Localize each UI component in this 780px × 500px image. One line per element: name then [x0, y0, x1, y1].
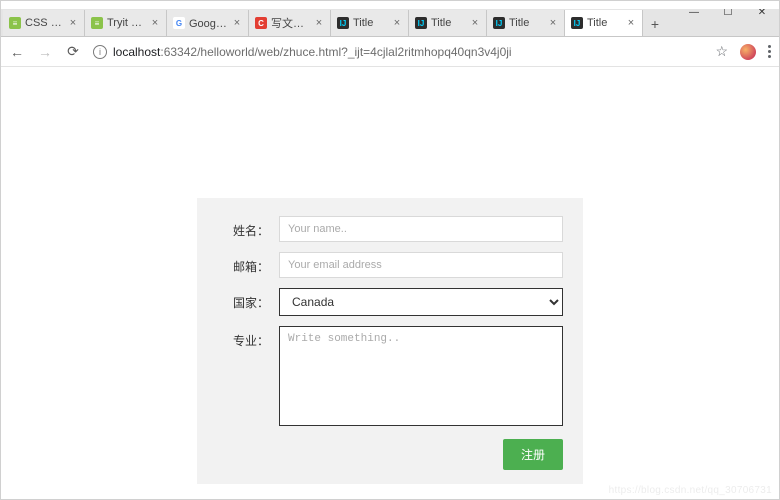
tab-close-icon[interactable]: ×: [392, 17, 402, 29]
email-input[interactable]: [279, 252, 563, 278]
tab-title: CSS Forms: [25, 17, 64, 29]
url-host: localhost: [113, 45, 160, 59]
tab-close-icon[interactable]: ×: [626, 17, 636, 29]
major-label: 专业：: [217, 326, 269, 349]
tab-favicon: IJ: [571, 17, 583, 29]
nav-forward-button[interactable]: →: [37, 44, 53, 60]
form-row-email: 邮箱：: [217, 252, 563, 278]
tab-close-icon[interactable]: ×: [68, 17, 78, 29]
tab-close-icon[interactable]: ×: [548, 17, 558, 29]
tab-title: Title: [509, 17, 544, 29]
registration-form: 姓名： 邮箱： 国家： Canada 专业： 注册: [197, 198, 583, 484]
major-textarea[interactable]: [279, 326, 563, 426]
tab-favicon: IJ: [415, 17, 427, 29]
tab-title: Tryit Editor v: [107, 17, 146, 29]
browser-menu-icon[interactable]: [768, 45, 771, 58]
browser-tabstrip: ≡ CSS Forms × ≡ Tryit Editor v × G Google 翻译 × C写…: [1, 9, 779, 37]
nav-reload-button[interactable]: ⟳: [65, 43, 81, 60]
email-label: 邮箱：: [217, 252, 269, 275]
bookmark-star-icon[interactable]: ☆: [715, 43, 728, 60]
tab-favicon: G: [173, 17, 185, 29]
address-bar[interactable]: i localhost:63342/helloworld/web/zhuce.h…: [93, 45, 703, 59]
submit-button[interactable]: 注册: [503, 439, 563, 470]
form-row-country: 国家： Canada: [217, 288, 563, 316]
page-viewport: 姓名： 邮箱： 国家： Canada 专业： 注册 https://blog.c…: [2, 68, 778, 498]
tab-favicon: ≡: [91, 17, 103, 29]
tab-close-icon[interactable]: ×: [232, 17, 242, 29]
tab-favicon: IJ: [493, 17, 505, 29]
tab-close-icon[interactable]: ×: [150, 17, 160, 29]
tab-favicon: C: [255, 17, 267, 29]
name-input[interactable]: [279, 216, 563, 242]
tab-title: 写文章-CSDN: [271, 15, 310, 31]
country-label: 国家：: [217, 288, 269, 311]
browser-tab[interactable]: C 写文章-CSDN ×: [249, 10, 331, 36]
tab-title: Title: [587, 17, 622, 29]
window-titlebar: [1, 1, 779, 9]
url-text: localhost:63342/helloworld/web/zhuce.htm…: [113, 45, 512, 59]
browser-tab[interactable]: G Google 翻译 ×: [167, 10, 249, 36]
tab-close-icon[interactable]: ×: [470, 17, 480, 29]
new-tab-button[interactable]: +: [643, 12, 667, 36]
url-path: :63342/helloworld/web/zhuce.html?_ijt=4c…: [160, 45, 511, 59]
form-row-name: 姓名：: [217, 216, 563, 242]
tab-favicon: IJ: [337, 17, 349, 29]
browser-tab[interactable]: IJ Title ×: [331, 10, 409, 36]
tab-favicon: ≡: [9, 17, 21, 29]
profile-avatar[interactable]: [740, 44, 756, 60]
tab-title: Title: [353, 17, 388, 29]
name-label: 姓名：: [217, 216, 269, 239]
site-info-icon[interactable]: i: [93, 45, 107, 59]
tab-title: Google 翻译: [189, 15, 228, 31]
watermark-text: https://blog.csdn.net/qq_30706731: [609, 485, 772, 496]
tab-title: Title: [431, 17, 466, 29]
browser-tab[interactable]: IJ Title ×: [565, 10, 643, 36]
form-row-major: 专业：: [217, 326, 563, 429]
browser-tab[interactable]: ≡ Tryit Editor v ×: [85, 10, 167, 36]
country-select[interactable]: Canada: [279, 288, 563, 316]
tab-close-icon[interactable]: ×: [314, 17, 324, 29]
form-actions: 注册: [217, 439, 563, 470]
browser-tab[interactable]: IJ Title ×: [409, 10, 487, 36]
browser-tab[interactable]: IJ Title ×: [487, 10, 565, 36]
browser-tab[interactable]: ≡ CSS Forms ×: [3, 10, 85, 36]
nav-back-button[interactable]: ←: [9, 44, 25, 60]
browser-toolbar: ← → ⟳ i localhost:63342/helloworld/web/z…: [1, 37, 779, 67]
